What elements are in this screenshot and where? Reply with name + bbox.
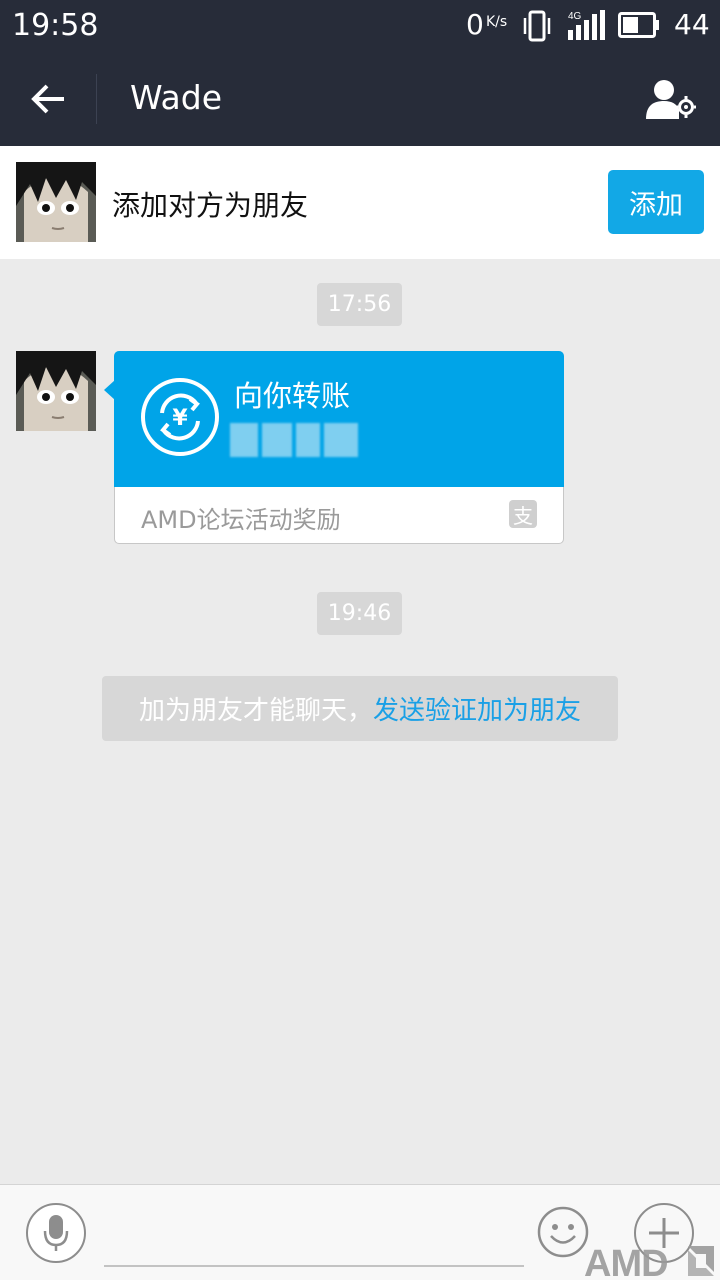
app-bar-divider: [96, 74, 97, 124]
smiley-icon[interactable]: [536, 1205, 590, 1259]
svg-text:¥: ¥: [172, 406, 188, 431]
transfer-yuan-icon: ¥: [141, 378, 219, 456]
add-friend-prompt: 添加对方为朋友: [112, 189, 309, 222]
contact-settings-button[interactable]: [640, 70, 700, 130]
network-speed-unit: K/s: [486, 14, 508, 30]
status-time: 19:58: [12, 8, 99, 43]
transfer-title: 向你转账: [234, 379, 351, 413]
transfer-amount-redacted: [230, 423, 366, 457]
friend-required-notice: 加为朋友才能聊天， 发送验证加为朋友: [102, 676, 618, 741]
transfer-footer: AMD论坛活动奖励 支: [115, 487, 563, 543]
message-input[interactable]: [104, 1205, 524, 1267]
alipay-icon: 支: [509, 500, 537, 528]
network-type-label: 4G: [568, 11, 582, 22]
vibrate-icon: [523, 10, 551, 42]
contact-settings-icon: [646, 80, 696, 119]
contact-avatar[interactable]: [16, 162, 96, 242]
add-friend-button[interactable]: 添加: [608, 170, 704, 234]
notice-text: 加为朋友才能聊天，: [138, 696, 373, 726]
network-speed: 0: [466, 8, 484, 41]
amd-watermark: AMD: [584, 1240, 720, 1280]
battery-level: 44: [674, 8, 710, 41]
sender-avatar[interactable]: [16, 351, 96, 431]
battery-icon: [618, 12, 659, 38]
voice-input-button[interactable]: [26, 1203, 86, 1263]
message-timestamp: 17:56: [317, 283, 402, 326]
signal-icon: 4G: [568, 10, 605, 40]
add-friend-bar: 添加对方为朋友 添加: [0, 146, 720, 259]
back-button[interactable]: [20, 72, 76, 126]
transfer-note: AMD论坛活动奖励: [141, 506, 341, 534]
message-timestamp: 19:46: [317, 592, 402, 635]
transfer-header: ¥ 向你转账: [114, 351, 564, 487]
app-bar: Wade: [0, 52, 720, 146]
microphone-icon: [43, 1215, 69, 1251]
send-verification-link[interactable]: 发送验证加为朋友: [373, 690, 581, 727]
watermark-text: AMD: [584, 1243, 668, 1280]
transfer-message-card[interactable]: ¥ 向你转账 AMD论坛活动奖励 支: [104, 351, 564, 544]
status-bar: 19:58 0 K/s 4G 44: [0, 0, 720, 52]
chat-title: Wade: [130, 78, 222, 117]
arrow-left-icon: [31, 84, 64, 114]
